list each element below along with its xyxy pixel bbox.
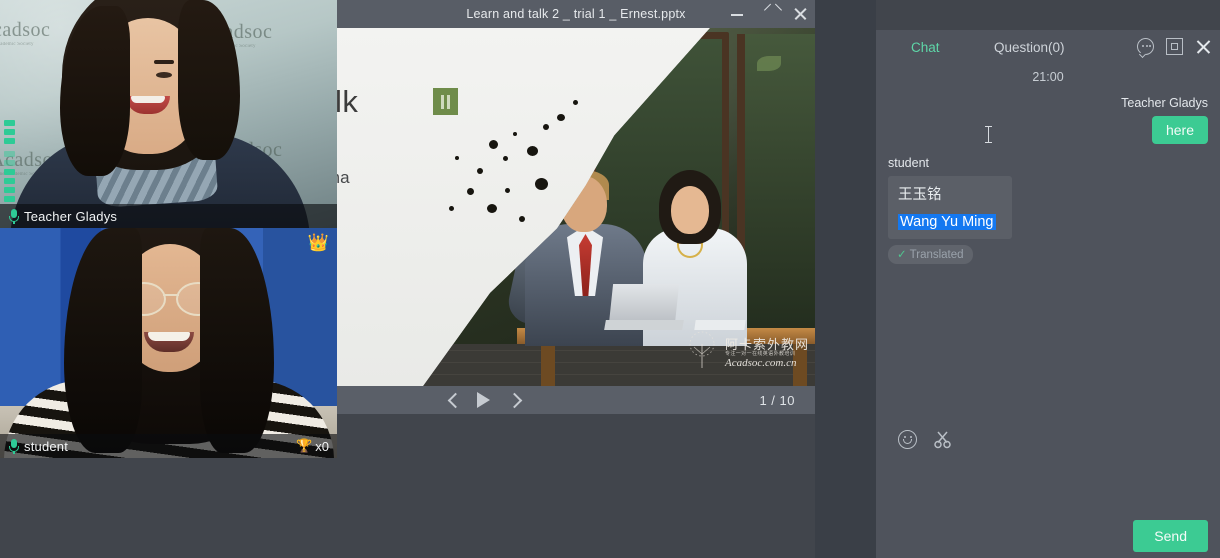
watermark-tagline-cn: 专注一对一在线英语外教培训 <box>725 352 809 357</box>
student-name-strip: student 🏆 x0 <box>0 434 337 458</box>
translated-label: Translated <box>910 249 964 261</box>
presentation-window: Learn and talk 2 _ trial 1 _ Ernest.pptx <box>337 0 815 414</box>
tab-question[interactable]: Question(0) <box>994 40 1065 55</box>
play-icon[interactable] <box>477 392 490 408</box>
translated-badge: ✓Translated <box>888 245 973 264</box>
message-text-original: 王玉铭 <box>898 183 1002 204</box>
chat-message-outgoing: Teacher Gladys here <box>888 96 1208 144</box>
slide-watermark: 阿卡索外教网 专注一对一在线英语外教培训 Acadsoc.com.cn <box>684 330 809 370</box>
chat-panel: Chat Question(0) 21:00 Teacher Gladys he… <box>876 30 1220 558</box>
slide-nav-group <box>447 392 520 408</box>
chat-header-icons <box>1137 38 1212 55</box>
close-icon[interactable] <box>1195 38 1212 55</box>
chat-input-area[interactable]: Send <box>876 456 1220 558</box>
crown-icon: 👑 <box>308 234 329 251</box>
photo-paper <box>694 320 745 330</box>
message-sender: student <box>888 156 1208 170</box>
photo-window-frame-right <box>737 34 815 334</box>
student-teeth <box>148 332 190 341</box>
scissors-icon[interactable] <box>933 430 952 449</box>
chat-timestamp: 21:00 <box>888 70 1208 84</box>
teacher-audio-level-meter <box>4 151 15 202</box>
chat-toolbar <box>876 422 1220 456</box>
photo-laptop-base <box>604 320 684 330</box>
chat-header: Chat Question(0) <box>876 30 1220 66</box>
student-name-label: student <box>24 439 68 454</box>
page-indicator: 1 / 10 <box>759 393 795 408</box>
slide-title: d Talk <box>337 84 358 120</box>
restore-button[interactable] <box>761 6 777 22</box>
send-button[interactable]: Send <box>1133 520 1208 552</box>
teacher-video-tile[interactable]: Acadsoc Online Academic Society Acadsoc … <box>0 0 337 228</box>
slide-controls-bar: 1 / 10 <box>337 386 815 414</box>
window-controls <box>729 0 809 28</box>
text-cursor-icon <box>988 126 989 143</box>
pause-icon[interactable] <box>433 88 458 115</box>
photo-laptop-screen <box>609 284 679 324</box>
teacher-teeth <box>131 96 165 103</box>
message-bubble[interactable]: here <box>1152 116 1208 144</box>
tree-logo-icon <box>684 330 720 370</box>
backdrop-logo-sub: Online Academic Society <box>0 42 50 47</box>
watermark-text: 阿卡索外教网 专注一对一在线英语外教培训 Acadsoc.com.cn <box>725 339 809 370</box>
chat-message-incoming: student 王玉铭 Wang Yu Ming ✓Translated <box>888 156 1208 264</box>
window-title: Learn and talk 2 _ trial 1 _ Ernest.pptx <box>466 7 685 21</box>
microphone-icon <box>8 208 20 224</box>
close-button[interactable] <box>793 6 809 22</box>
workspace-background <box>815 0 876 558</box>
restore-window-icon[interactable] <box>1166 38 1183 55</box>
previous-slide-icon[interactable] <box>447 393 461 407</box>
trophy-icon: 🏆 <box>296 438 312 454</box>
backdrop-logo-text: Acadsoc <box>0 20 50 40</box>
video-column-filler <box>0 458 337 558</box>
photo-woman-face <box>671 186 709 234</box>
slide-canvas[interactable]: d Talk nema <box>337 28 815 386</box>
microphone-icon <box>8 438 20 454</box>
emoji-icon[interactable] <box>898 430 917 449</box>
student-video-tile[interactable]: 👑 student 🏆 x0 <box>0 228 337 458</box>
message-sender: Teacher Gladys <box>888 96 1208 110</box>
student-glasses-bridge <box>163 294 179 296</box>
check-icon: ✓ <box>897 249 907 261</box>
teacher-audio-meter-upper <box>4 120 15 144</box>
watermark-brand-en: Acadsoc.com.cn <box>725 358 809 370</box>
message-bubble[interactable]: 王玉铭 Wang Yu Ming <box>888 176 1012 239</box>
app-root: Acadsoc Online Academic Society Acadsoc … <box>0 0 1220 558</box>
tab-chat[interactable]: Chat <box>911 40 940 55</box>
message-bubble-icon[interactable] <box>1137 38 1154 55</box>
trophy-count: x0 <box>315 439 329 454</box>
student-reward-group: 🏆 x0 <box>296 438 329 454</box>
minimize-button[interactable] <box>729 6 745 22</box>
video-column: Acadsoc Online Academic Society Acadsoc … <box>0 0 337 458</box>
backdrop-logo: Acadsoc Online Academic Society <box>0 20 50 47</box>
next-slide-icon[interactable] <box>506 393 520 407</box>
teacher-name-strip: Teacher Gladys <box>0 204 337 228</box>
teacher-name-label: Teacher Gladys <box>24 209 117 224</box>
message-text-translated: Wang Yu Ming <box>898 214 996 230</box>
chat-message-list[interactable]: 21:00 Teacher Gladys here student 王玉铭 Wa… <box>876 70 1220 422</box>
send-button-wrapper: Send <box>1133 520 1208 552</box>
window-title-bar[interactable]: Learn and talk 2 _ trial 1 _ Ernest.pptx <box>337 0 815 28</box>
slide-subtitle: nema <box>337 168 350 188</box>
